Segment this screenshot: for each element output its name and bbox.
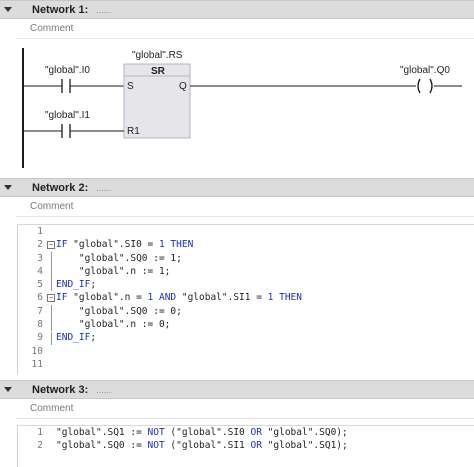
code-text: ; <box>90 332 97 344</box>
code-line[interactable]: 11 <box>18 358 474 371</box>
code-keyword: 1 THEN <box>267 292 302 304</box>
contact-i0-label[interactable]: "global".I0 <box>45 65 90 76</box>
line-number: 6 <box>37 292 43 304</box>
code-keyword: IF <box>56 239 74 251</box>
network-2-header[interactable]: Network 2: ...... <box>0 178 474 197</box>
network-title: Network 1: <box>32 3 89 16</box>
network-3-header[interactable]: Network 3: ...... <box>0 380 474 399</box>
scl-editor-network-3[interactable]: 1 "global".SQ1 := NOT ("global".SI0 OR "g… <box>17 425 474 467</box>
code-text: "global".n = <box>73 292 148 304</box>
code-line[interactable]: 1 "global".SQ1 := NOT ("global".SI0 OR "g… <box>18 426 474 439</box>
line-number: 7 <box>37 305 43 317</box>
code-keyword: IF <box>56 292 74 304</box>
network-title: Network 2: <box>32 181 89 194</box>
code-keyword: OR <box>250 427 268 438</box>
code-keyword: OR <box>250 440 268 452</box>
code-line[interactable]: 7 "global".SQ0 := 0; <box>18 304 474 318</box>
code-line[interactable]: 2− IF "global".SI0 = 1 THEN <box>18 238 474 251</box>
code-line[interactable]: 5 END_IF; <box>18 278 474 292</box>
code-text: "global".SQ0 := 0; <box>56 305 182 317</box>
line-number: 8 <box>37 319 43 331</box>
code-text: ("global".SI0 <box>170 427 251 438</box>
fold-guide <box>46 331 56 345</box>
network-comment[interactable]: Comment <box>30 201 73 212</box>
code-keyword: END_IF <box>56 279 91 291</box>
code-text: "global".SI0 = <box>73 239 159 251</box>
line-number: 9 <box>37 332 43 344</box>
code-keyword: NOT <box>147 440 171 452</box>
fold-guide <box>46 251 56 265</box>
network-1-header[interactable]: Network 1: ...... <box>0 0 474 19</box>
sr-block[interactable] <box>124 64 190 138</box>
network-title-field[interactable]: ...... <box>96 385 111 395</box>
network-title-field[interactable]: ...... <box>96 5 111 15</box>
code-text: "global".SI1 = <box>181 292 268 304</box>
collapse-toggle[interactable] <box>0 179 16 196</box>
line-number: 5 <box>37 279 43 291</box>
collapse-toggle[interactable] <box>0 1 16 18</box>
line-number: 2 <box>37 239 43 251</box>
fold-guide <box>46 304 56 318</box>
fold-gutter <box>46 345 56 358</box>
fold-guide <box>46 318 56 332</box>
code-text: "global".SQ0 := 1; <box>56 252 182 264</box>
code-line[interactable]: 1 <box>18 225 474 238</box>
code-line[interactable]: 6− IF "global".n = 1 AND "global".SI1 = 1… <box>18 291 474 304</box>
code-line[interactable]: 2 "global".SQ0 := NOT ("global".SI1 OR "g… <box>18 439 474 452</box>
code-text: "global".n := 0; <box>56 319 171 331</box>
divider <box>16 418 474 419</box>
code-keyword: END_IF <box>56 332 91 344</box>
fold-gutter <box>46 225 56 238</box>
fold-guide <box>46 278 56 292</box>
scl-editor-network-2[interactable]: 1 2− IF "global".SI0 = 1 THEN 3 "global".SQ… <box>17 224 474 374</box>
fold-collapse-icon[interactable]: − <box>46 291 56 304</box>
code-text: "global".SQ0); <box>267 427 348 438</box>
line-number: 3 <box>37 252 43 264</box>
collapse-toggle[interactable] <box>0 381 16 398</box>
fold-gutter <box>46 426 56 439</box>
code-text: "global".n := 1; <box>56 265 171 277</box>
network-title-field[interactable]: ...... <box>96 183 111 193</box>
contact-i1[interactable] <box>58 122 74 140</box>
line-number: 1 <box>37 427 43 438</box>
divider <box>16 38 474 39</box>
network-comment[interactable]: Comment <box>30 23 73 34</box>
code-line[interactable]: 3 "global".SQ0 := 1; <box>18 251 474 265</box>
code-text: ("global".SI1 <box>170 440 251 452</box>
triangle-down-icon <box>4 185 12 190</box>
ladder-diagram: "global".RS SR S R1 Q "global".I0 "globa… <box>0 42 474 178</box>
code-line[interactable]: 8 "global".n := 0; <box>18 318 474 332</box>
code-text: "global".SQ0 := <box>56 440 148 452</box>
line-number: 2 <box>37 440 43 452</box>
triangle-down-icon <box>4 387 12 392</box>
block-instance-label[interactable]: "global".RS <box>132 50 182 61</box>
network-title: Network 3: <box>32 383 89 396</box>
code-keyword: 1 THEN <box>158 239 194 251</box>
fold-gutter <box>46 358 56 371</box>
fold-collapse-icon[interactable]: − <box>46 238 56 251</box>
code-keyword: NOT <box>147 427 171 438</box>
code-line[interactable]: 4 "global".n := 1; <box>18 265 474 279</box>
code-keyword: 1 AND <box>147 292 182 304</box>
line-number: 10 <box>31 345 43 357</box>
network-comment[interactable]: Comment <box>30 403 73 414</box>
coil-q0-label[interactable]: "global".Q0 <box>400 65 450 76</box>
code-text: "global".SQ1 := <box>56 427 148 438</box>
coil-q0[interactable] <box>414 77 436 95</box>
code-line[interactable]: 9 END_IF; <box>18 331 474 345</box>
line-number: 4 <box>37 265 43 277</box>
divider <box>16 216 474 217</box>
code-line[interactable]: 10 <box>18 345 474 358</box>
code-text: "global".SQ1); <box>267 440 348 452</box>
contact-i0[interactable] <box>58 77 74 95</box>
triangle-down-icon <box>4 7 12 12</box>
fold-gutter <box>46 439 56 452</box>
contact-i1-label[interactable]: "global".I1 <box>45 110 90 121</box>
code-text: ; <box>90 279 97 291</box>
line-number: 1 <box>37 226 43 237</box>
fold-guide <box>46 265 56 279</box>
line-number: 11 <box>31 358 43 370</box>
